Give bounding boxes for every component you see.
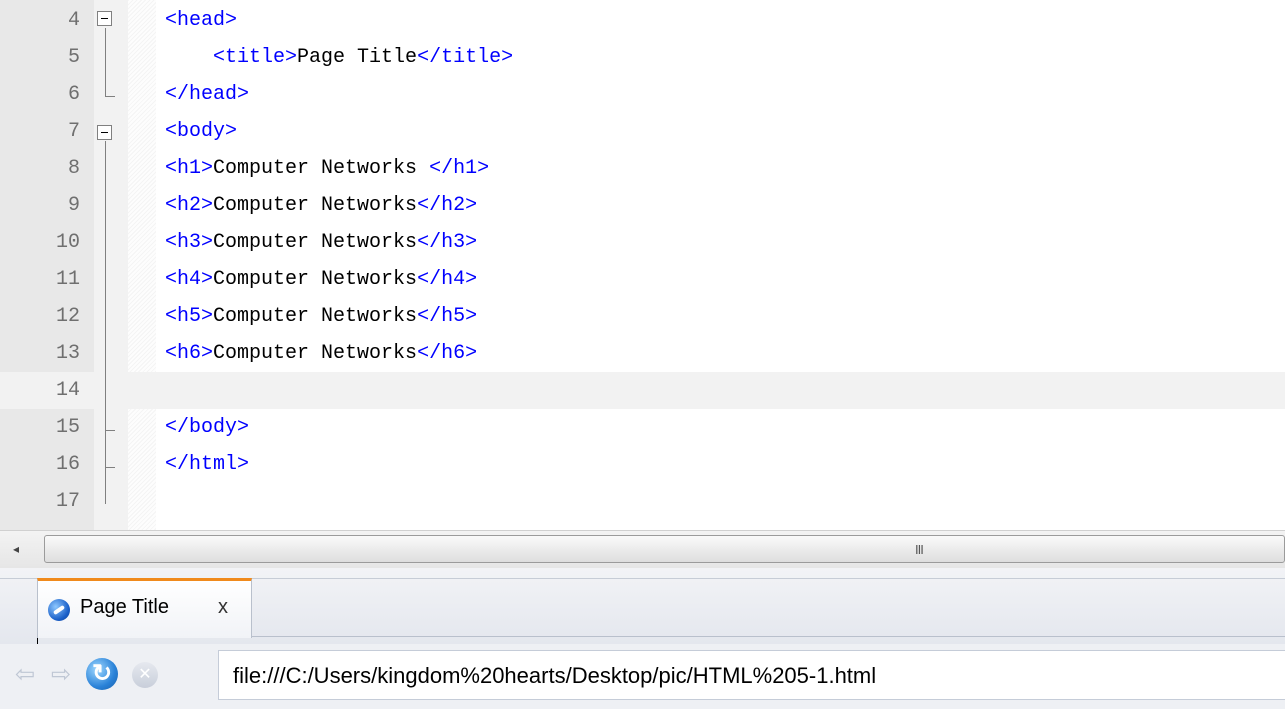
line-number: 5 xyxy=(67,46,80,69)
html-tag-open: <h4> xyxy=(165,268,214,291)
code-text[interactable]: <head> xyxy=(165,2,237,39)
code-line[interactable]: 4 <head> xyxy=(0,2,1285,39)
fold-guide-body xyxy=(105,141,106,504)
code-text[interactable]: <h2>Computer Networks</h2> xyxy=(165,187,477,224)
code-text[interactable]: <h1>Computer Networks </h1> xyxy=(165,150,489,187)
line-number: 12 xyxy=(55,305,80,328)
line-number: 14 xyxy=(55,379,80,402)
text-content: Computer Networks xyxy=(213,231,418,254)
fold-end-html xyxy=(105,467,115,468)
line-number: 15 xyxy=(55,416,80,439)
code-line[interactable]: 8 <h1>Computer Networks </h1> xyxy=(0,150,1285,187)
scroll-left-icon[interactable]: ◂ xyxy=(6,539,26,559)
back-arrow-icon[interactable]: ⇦ xyxy=(12,662,38,688)
code-editor[interactable]: 4 <head> 5 <title>Page Title</title> 6 </hea… xyxy=(0,0,1285,530)
html-tag-close: </h4> xyxy=(417,268,478,291)
address-url[interactable]: file:///C:/Users/kingdom%20hearts/Deskto… xyxy=(233,663,876,689)
fold-end-head xyxy=(105,96,115,97)
code-line[interactable]: 13 <h6>Computer Networks</h6> xyxy=(0,335,1285,372)
fold-end-body xyxy=(105,430,115,431)
code-line[interactable]: 11 <h4>Computer Networks</h4> xyxy=(0,261,1285,298)
code-line[interactable]: 16 </html> xyxy=(0,446,1285,483)
html-tag-open: <h1> xyxy=(165,157,214,180)
html-tag-open: <h3> xyxy=(165,231,214,254)
code-line[interactable]: 6 </head> xyxy=(0,76,1285,113)
html-tag-close: </title> xyxy=(417,46,514,69)
html-tag-close: </h5> xyxy=(417,305,478,328)
html-tag-close: </h2> xyxy=(417,194,478,217)
html-tag-open: </body> xyxy=(165,416,250,439)
code-line[interactable]: 15 </body> xyxy=(0,409,1285,446)
line-number: 17 xyxy=(55,490,80,513)
horizontal-scrollbar[interactable]: ◂ III xyxy=(0,530,1285,568)
close-icon[interactable]: x xyxy=(218,596,228,619)
line-number: 13 xyxy=(55,342,80,365)
code-text[interactable]: </html> xyxy=(165,446,249,483)
line-number: 9 xyxy=(67,194,80,217)
code-text[interactable]: <h6>Computer Networks</h6> xyxy=(165,335,477,372)
html-tag-close: </h3> xyxy=(417,231,478,254)
address-bar[interactable]: file:///C:/Users/kingdom%20hearts/Deskto… xyxy=(218,650,1285,700)
html-tag-open: <title> xyxy=(165,46,298,69)
browser-tab-strip: Page Title x xyxy=(0,568,1285,644)
browser-nav-bar: ⇦ ⇨ ↻ ✕ file:///C:/Users/kingdom%20heart… xyxy=(0,644,1285,709)
text-content: Computer Networks xyxy=(213,305,418,328)
stop-icon[interactable]: ✕ xyxy=(132,662,158,688)
html-tag-open: <h5> xyxy=(165,305,214,328)
code-line[interactable]: 17 xyxy=(0,483,1285,520)
text-content: Computer Networks xyxy=(213,268,418,291)
refresh-icon[interactable]: ↻ xyxy=(86,658,118,690)
text-content: Page Title xyxy=(297,46,418,69)
html-tag-open: <body> xyxy=(165,120,238,143)
html-tag-open: </html> xyxy=(165,453,250,476)
line-number: 8 xyxy=(67,157,80,180)
code-line[interactable]: 9 <h2>Computer Networks</h2> xyxy=(0,187,1285,224)
code-line[interactable]: 12 <h5>Computer Networks</h5> xyxy=(0,298,1285,335)
html-tag-open: <h2> xyxy=(165,194,214,217)
fold-toggle-body[interactable] xyxy=(97,125,112,140)
code-text[interactable]: </head> xyxy=(165,76,249,113)
line-number: 11 xyxy=(55,268,80,291)
code-text[interactable]: </body> xyxy=(165,409,249,446)
fold-toggle-head[interactable] xyxy=(97,11,112,26)
code-text[interactable]: <h4>Computer Networks</h4> xyxy=(165,261,477,298)
tab-baseline xyxy=(252,636,1285,637)
html-tag-close: </h1> xyxy=(429,157,490,180)
code-line[interactable]: 14 xyxy=(0,372,1285,409)
code-line[interactable]: 10 <h3>Computer Networks</h3> xyxy=(0,224,1285,261)
forward-arrow-icon[interactable]: ⇨ xyxy=(48,662,74,688)
code-text[interactable]: <h5>Computer Networks</h5> xyxy=(165,298,477,335)
line-number: 7 xyxy=(67,120,80,143)
code-line[interactable]: 5 <title>Page Title</title> xyxy=(0,39,1285,76)
text-content: Computer Networks xyxy=(213,342,418,365)
html-tag-open: </head> xyxy=(165,83,250,106)
line-number: 16 xyxy=(55,453,80,476)
tab-page-title[interactable]: Page Title x xyxy=(37,578,252,638)
globe-icon xyxy=(48,599,70,621)
html-tag-open: <head> xyxy=(165,9,238,32)
code-text[interactable]: <h3>Computer Networks</h3> xyxy=(165,224,477,261)
code-text[interactable]: <body> xyxy=(165,113,237,150)
code-line[interactable]: 7 <body> xyxy=(0,113,1285,150)
html-tag-open: <h6> xyxy=(165,342,214,365)
fold-guide-head xyxy=(105,28,106,96)
text-content: Computer Networks xyxy=(213,157,430,180)
line-number: 6 xyxy=(67,83,80,106)
scrollbar-grip-icon: III xyxy=(915,542,924,557)
scrollbar-thumb[interactable]: III xyxy=(44,535,1285,563)
html-tag-close: </h6> xyxy=(417,342,478,365)
code-text[interactable]: <title>Page Title</title> xyxy=(165,39,513,76)
line-number: 10 xyxy=(55,231,80,254)
tab-title: Page Title xyxy=(80,596,169,618)
line-number: 4 xyxy=(67,9,80,32)
text-content: Computer Networks xyxy=(213,194,418,217)
